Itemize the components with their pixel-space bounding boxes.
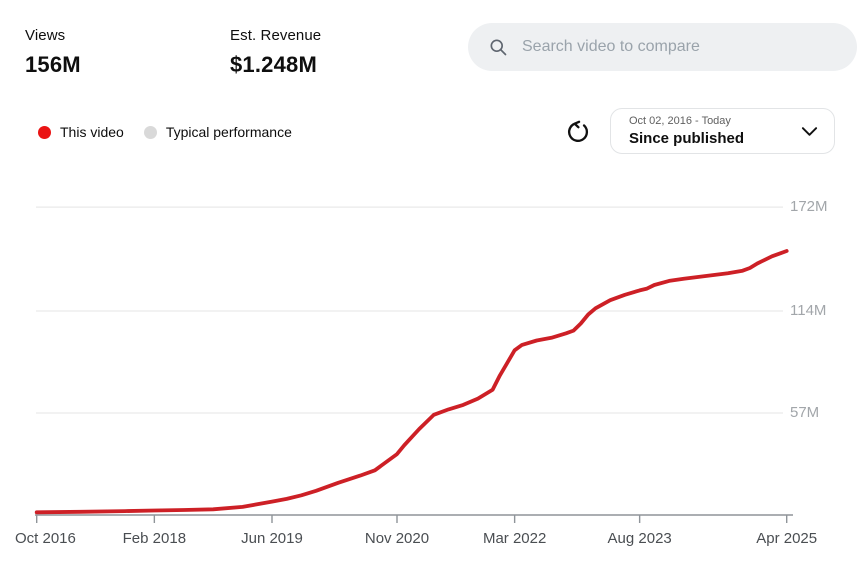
legend-label: Typical performance xyxy=(166,124,292,140)
refresh-button[interactable] xyxy=(564,117,594,147)
date-range-text: Oct 02, 2016 - Today xyxy=(629,115,744,127)
chevron-down-icon xyxy=(801,125,818,137)
search-input[interactable] xyxy=(520,37,844,57)
x-axis-tick-label: Aug 2023 xyxy=(608,530,672,547)
legend-dot xyxy=(38,126,51,139)
views-label: Views xyxy=(25,27,81,44)
metric-revenue: Est. Revenue $1.248M xyxy=(230,27,321,78)
x-axis-tick-label: Apr 2025 xyxy=(756,530,817,547)
legend-item-typical-performance: Typical performance xyxy=(144,124,292,140)
y-axis-tick-label: 114M xyxy=(790,302,826,319)
x-axis-tick-label: Oct 2016 xyxy=(15,530,76,547)
date-range-texts: Oct 02, 2016 - Today Since published xyxy=(629,115,744,147)
y-axis-tick-label: 57M xyxy=(790,404,819,421)
chart-legend: This video Typical performance xyxy=(38,124,292,140)
x-axis-tick-label: Mar 2022 xyxy=(483,530,546,547)
x-axis-tick-label: Jun 2019 xyxy=(241,530,303,547)
date-range-dropdown[interactable]: Oct 02, 2016 - Today Since published xyxy=(610,108,835,154)
revenue-value: $1.248M xyxy=(230,52,321,78)
y-axis-tick-label: 172M xyxy=(790,198,828,215)
revenue-label: Est. Revenue xyxy=(230,27,321,44)
analytics-panel: { "header": { "metrics": [ { "label": "V… xyxy=(0,0,867,572)
legend-item-this-video: This video xyxy=(38,124,124,140)
legend-label: This video xyxy=(60,124,124,140)
video-compare-search[interactable] xyxy=(468,23,857,71)
x-axis-tick-label: Feb 2018 xyxy=(123,530,186,547)
metric-views: Views 156M xyxy=(25,27,81,78)
refresh-icon xyxy=(564,118,594,146)
x-axis-tick-label: Nov 2020 xyxy=(365,530,429,547)
views-value: 156M xyxy=(25,52,81,78)
legend-dot xyxy=(144,126,157,139)
range-label: Since published xyxy=(629,130,744,147)
views-chart[interactable]: 172M 114M 57M Oct 2016 Feb 2018 Jun 2019 Nov … xyxy=(0,185,867,565)
search-icon xyxy=(488,37,508,57)
chart-svg xyxy=(0,185,867,565)
